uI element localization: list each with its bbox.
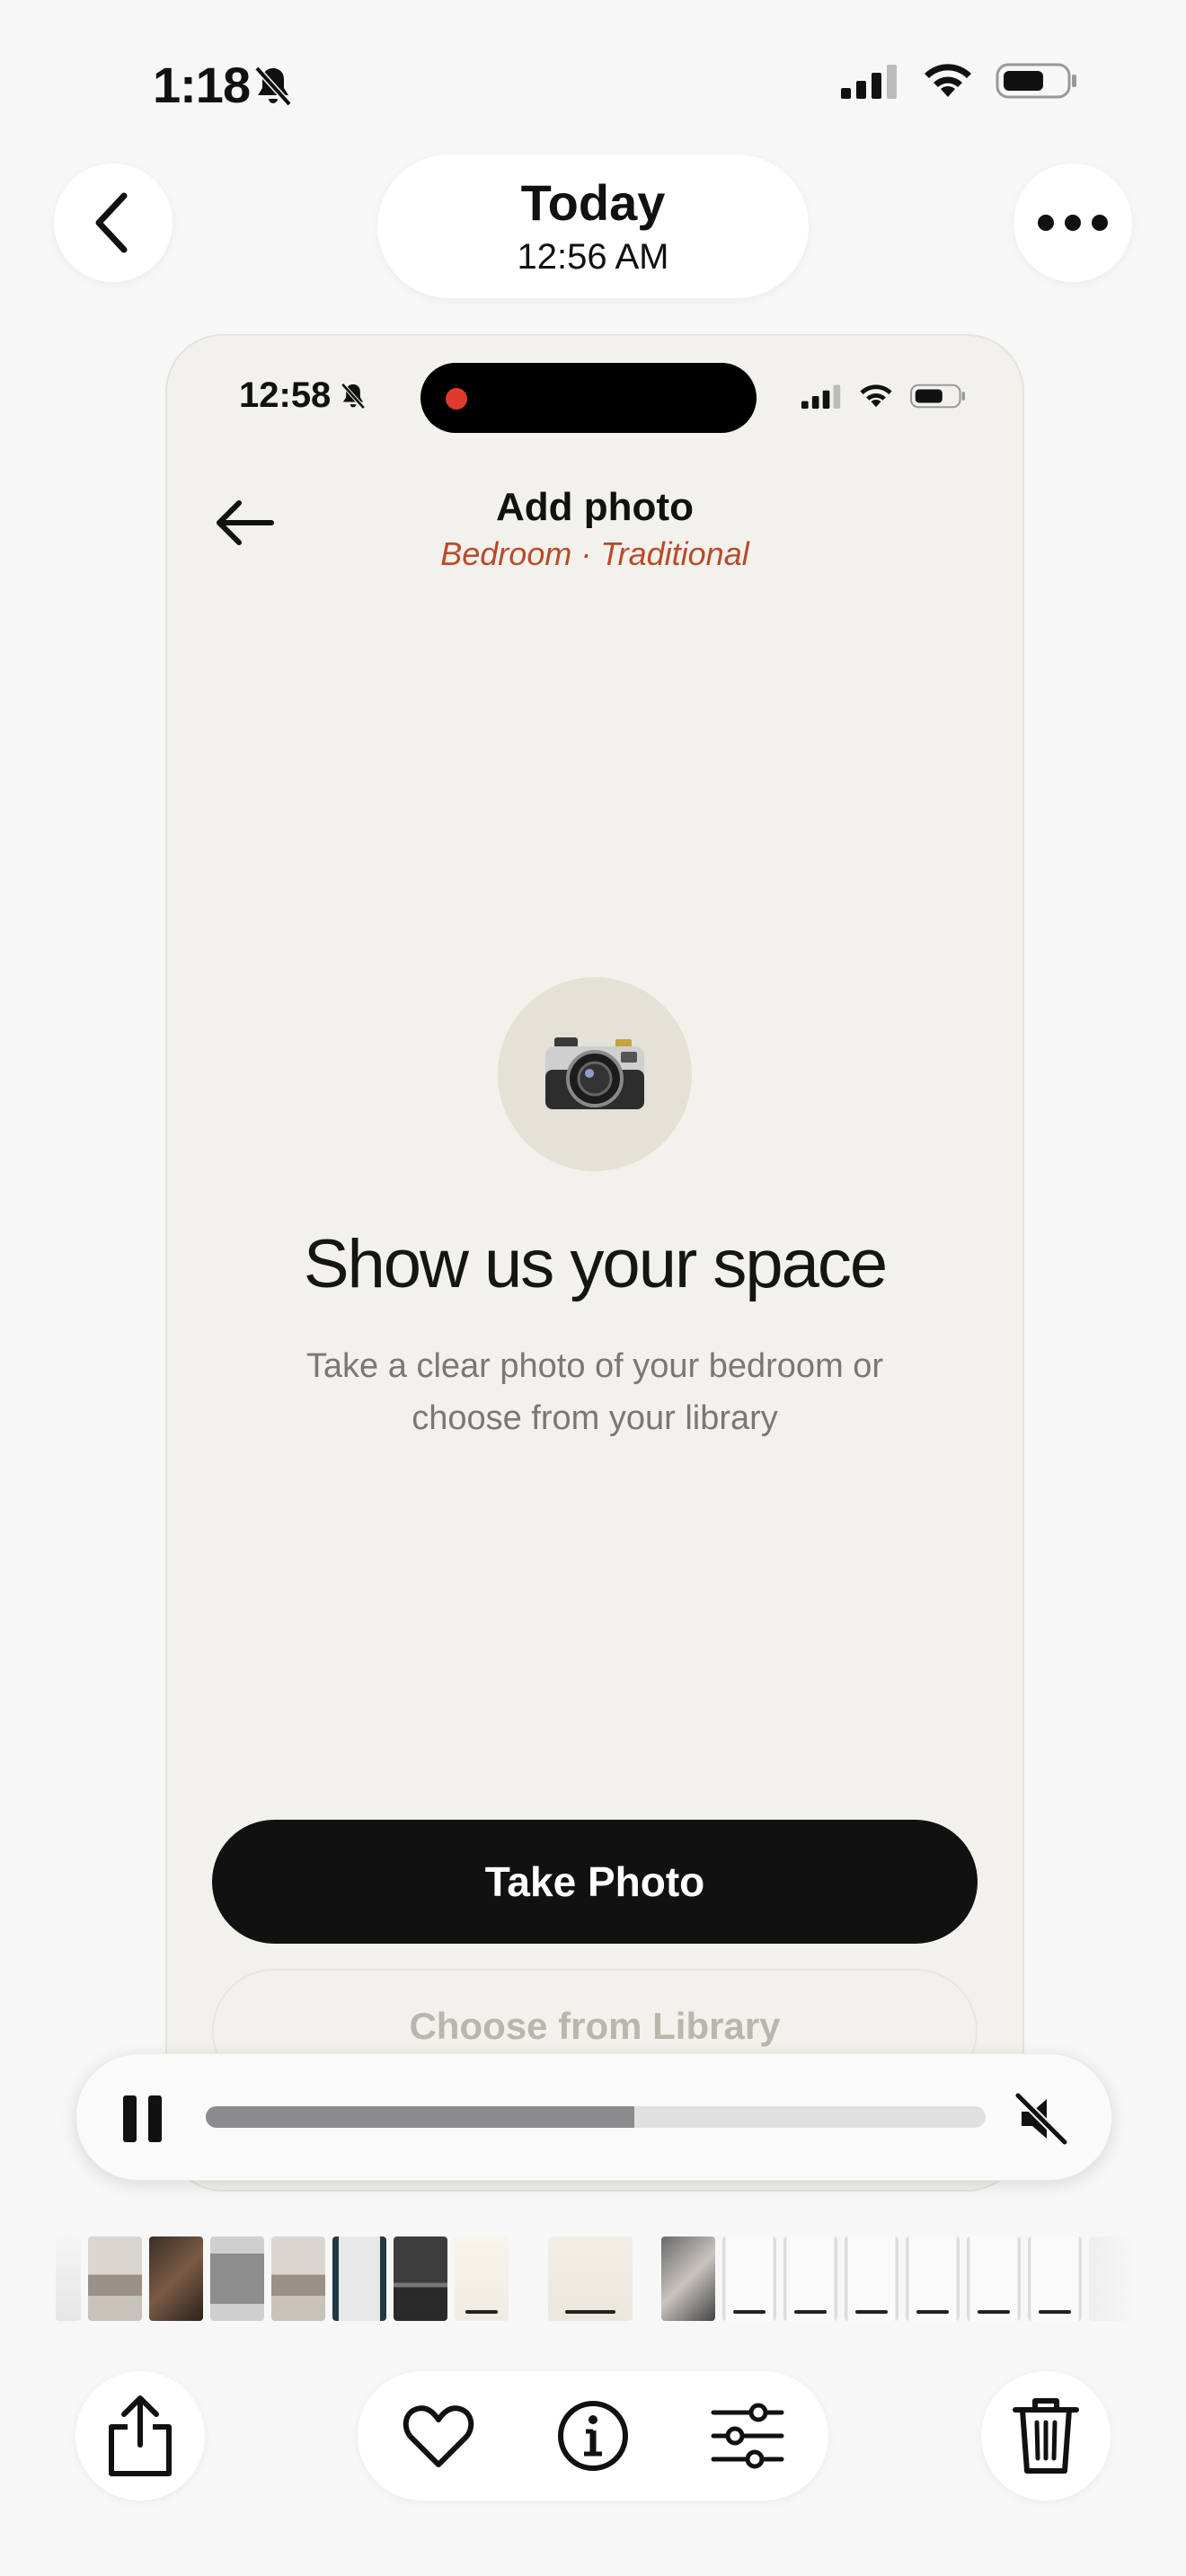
thumbnail-detail: [978, 2310, 1010, 2314]
date-header: Today 12:56 AM: [377, 154, 809, 298]
thumbnail[interactable]: [455, 2236, 509, 2321]
share-button[interactable]: [75, 2371, 205, 2501]
phone-status-time: 12:58: [239, 375, 332, 415]
camera-icon: [545, 1037, 644, 1109]
dynamic-island: [420, 363, 757, 433]
status-icons: [841, 61, 1078, 101]
bell-slash-icon: [341, 383, 366, 410]
screenshot-preview: 12:58 Add photo Bedroom · Traditional Sh…: [165, 334, 1024, 2192]
phone-status-icons: [801, 383, 967, 410]
thumbnail[interactable]: [967, 2236, 1021, 2321]
status-time: 1:18: [153, 57, 251, 113]
date-time: 12:56 AM: [517, 237, 669, 277]
scrubber-progress: [206, 2106, 635, 2128]
thumbnail[interactable]: [210, 2236, 264, 2321]
scrubber[interactable]: [206, 2106, 986, 2128]
signal-icon: [841, 65, 897, 99]
thumbnail[interactable]: [1028, 2236, 1082, 2321]
pause-icon[interactable]: [123, 2095, 163, 2142]
date-title: Today: [520, 174, 666, 231]
thumbnail[interactable]: [783, 2236, 837, 2321]
page-title: Add photo: [496, 485, 694, 529]
thumbnail[interactable]: [845, 2236, 898, 2321]
thumbnail[interactable]: [56, 2236, 81, 2321]
ellipsis-icon: [1038, 215, 1108, 231]
share-icon: [109, 2395, 172, 2476]
thumbnail-detail: [465, 2310, 498, 2314]
wifi-icon: [860, 384, 892, 408]
thumbnail[interactable]: [271, 2236, 325, 2321]
camera-badge: [498, 977, 692, 1171]
description: Take a clear photo of your bedroom or ch…: [305, 1347, 884, 1437]
thumbnail-detail: [794, 2310, 827, 2314]
thumbnail-detail: [1039, 2310, 1071, 2314]
thumbnail[interactable]: [149, 2236, 203, 2321]
sliders-icon[interactable]: [710, 2398, 785, 2474]
thumbnail-detail: [855, 2310, 888, 2314]
signal-icon: [801, 384, 841, 409]
thumbnail-detail: [916, 2310, 949, 2314]
headline: Show us your space: [303, 1226, 888, 1302]
wifi-icon: [925, 64, 971, 97]
speaker-mute-icon[interactable]: [1013, 2090, 1070, 2148]
action-group: [358, 2371, 828, 2501]
delete-button[interactable]: [981, 2371, 1111, 2501]
thumbnail[interactable]: [394, 2236, 447, 2321]
heart-icon[interactable]: [401, 2398, 476, 2474]
take-photo-button[interactable]: Take Photo: [212, 1820, 978, 1944]
recording-dot-icon: [446, 388, 467, 410]
thumbnail-strip[interactable]: [56, 2236, 1134, 2321]
more-button[interactable]: [1013, 163, 1132, 282]
thumbnail-detail: [564, 2310, 616, 2314]
back-button[interactable]: [54, 163, 173, 282]
thumbnail[interactable]: [332, 2236, 386, 2321]
thumbnail[interactable]: [548, 2236, 633, 2321]
thumbnail[interactable]: [1089, 2236, 1134, 2321]
page-subtitle: Bedroom · Traditional: [440, 535, 749, 572]
chevron-left-icon: [95, 192, 128, 253]
thumbnail[interactable]: [722, 2236, 776, 2321]
thumbnail[interactable]: [661, 2236, 715, 2321]
info-icon[interactable]: [555, 2398, 631, 2474]
battery-icon: [996, 63, 1076, 99]
bell-slash-icon: [254, 66, 292, 107]
thumbnail-detail: [733, 2310, 766, 2314]
battery-icon: [909, 384, 965, 409]
trash-icon: [1013, 2398, 1079, 2474]
thumbnail[interactable]: [88, 2236, 142, 2321]
thumbnail[interactable]: [906, 2236, 960, 2321]
playback-controls: [75, 2053, 1112, 2181]
